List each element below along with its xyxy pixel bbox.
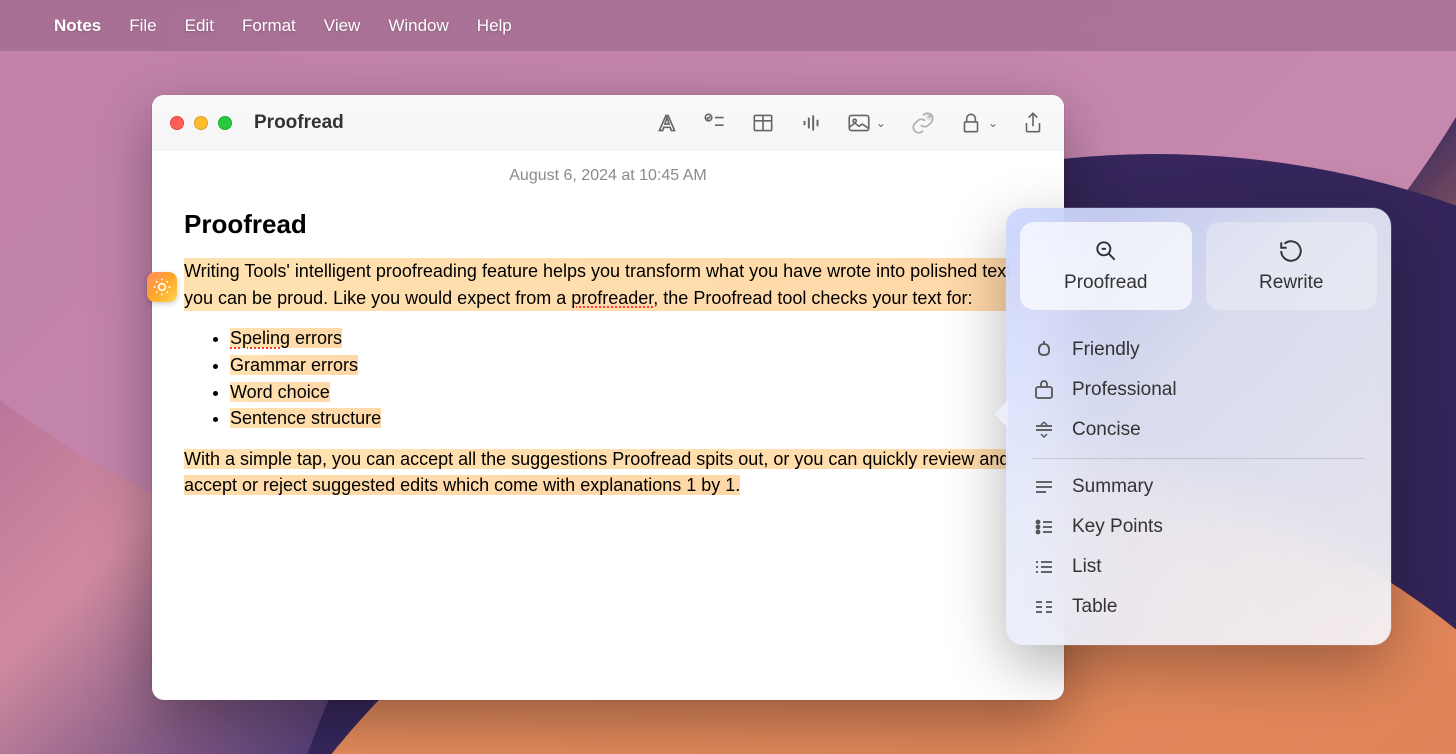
system-menubar: Notes File Edit Format View Window Help — [0, 0, 1456, 51]
menubar-view[interactable]: View — [310, 16, 375, 36]
note-title: Proofread — [184, 209, 1032, 240]
menubar-app-name[interactable]: Notes — [40, 16, 115, 36]
window-title: Proofread — [254, 112, 344, 134]
lock-button[interactable]: ⌄ — [958, 110, 998, 136]
selected-paragraph: Writing Tools' intelligent proofreading … — [184, 258, 1032, 311]
bullet-item: Speling errors — [230, 328, 342, 348]
rewrite-tab-label: Rewrite — [1259, 272, 1323, 294]
bullet-item: Sentence structure — [230, 408, 381, 428]
divider — [1032, 458, 1365, 459]
window-titlebar: Proofread ⌄ — [152, 95, 1064, 151]
popover-arrow — [994, 400, 1008, 428]
bullet-item: Grammar errors — [230, 355, 358, 375]
text-format-button[interactable] — [654, 110, 680, 136]
concise-label: Concise — [1072, 419, 1141, 441]
summary-option[interactable]: Summary — [1028, 467, 1369, 507]
professional-option[interactable]: Professional — [1028, 370, 1369, 410]
note-editor[interactable]: August 6, 2024 at 10:45 AM Proofread Wri… — [152, 151, 1064, 700]
link-button[interactable] — [910, 110, 936, 136]
summary-label: Summary — [1072, 476, 1153, 498]
audio-button[interactable] — [798, 110, 824, 136]
menubar-window[interactable]: Window — [374, 16, 462, 36]
close-window-button[interactable] — [170, 116, 184, 130]
bullet-item: Word choice — [230, 382, 330, 402]
table-option[interactable]: Table — [1028, 587, 1369, 627]
rewrite-tab[interactable]: Rewrite — [1206, 222, 1378, 310]
note-content: Writing Tools' intelligent proofreading … — [184, 258, 1032, 499]
concise-option[interactable]: Concise — [1028, 410, 1369, 450]
writing-tools-badge-icon[interactable] — [147, 272, 177, 302]
menubar-edit[interactable]: Edit — [171, 16, 228, 36]
keypoints-label: Key Points — [1072, 516, 1163, 538]
chevron-down-icon: ⌄ — [988, 116, 998, 130]
proofread-tab-label: Proofread — [1064, 272, 1147, 294]
writing-tools-popover: Proofread Rewrite Friendly Professional … — [1006, 208, 1391, 645]
note-timestamp: August 6, 2024 at 10:45 AM — [184, 167, 1032, 185]
table-label: Table — [1072, 596, 1117, 618]
menubar-file[interactable]: File — [115, 16, 170, 36]
friendly-label: Friendly — [1072, 339, 1140, 361]
menubar-help[interactable]: Help — [463, 16, 526, 36]
menubar-format[interactable]: Format — [228, 16, 310, 36]
proofread-tab[interactable]: Proofread — [1020, 222, 1192, 310]
media-button[interactable]: ⌄ — [846, 110, 886, 136]
checklist-button[interactable] — [702, 110, 728, 136]
minimize-window-button[interactable] — [194, 116, 208, 130]
selected-paragraph: With a simple tap, you can accept all th… — [184, 449, 1009, 496]
friendly-option[interactable]: Friendly — [1028, 330, 1369, 370]
chevron-down-icon: ⌄ — [876, 116, 886, 130]
table-button[interactable] — [750, 110, 776, 136]
share-button[interactable] — [1020, 110, 1046, 136]
professional-label: Professional — [1072, 379, 1177, 401]
keypoints-option[interactable]: Key Points — [1028, 507, 1369, 547]
list-option[interactable]: List — [1028, 547, 1369, 587]
notes-window: Proofread ⌄ — [152, 95, 1064, 700]
fullscreen-window-button[interactable] — [218, 116, 232, 130]
list-label: List — [1072, 556, 1102, 578]
